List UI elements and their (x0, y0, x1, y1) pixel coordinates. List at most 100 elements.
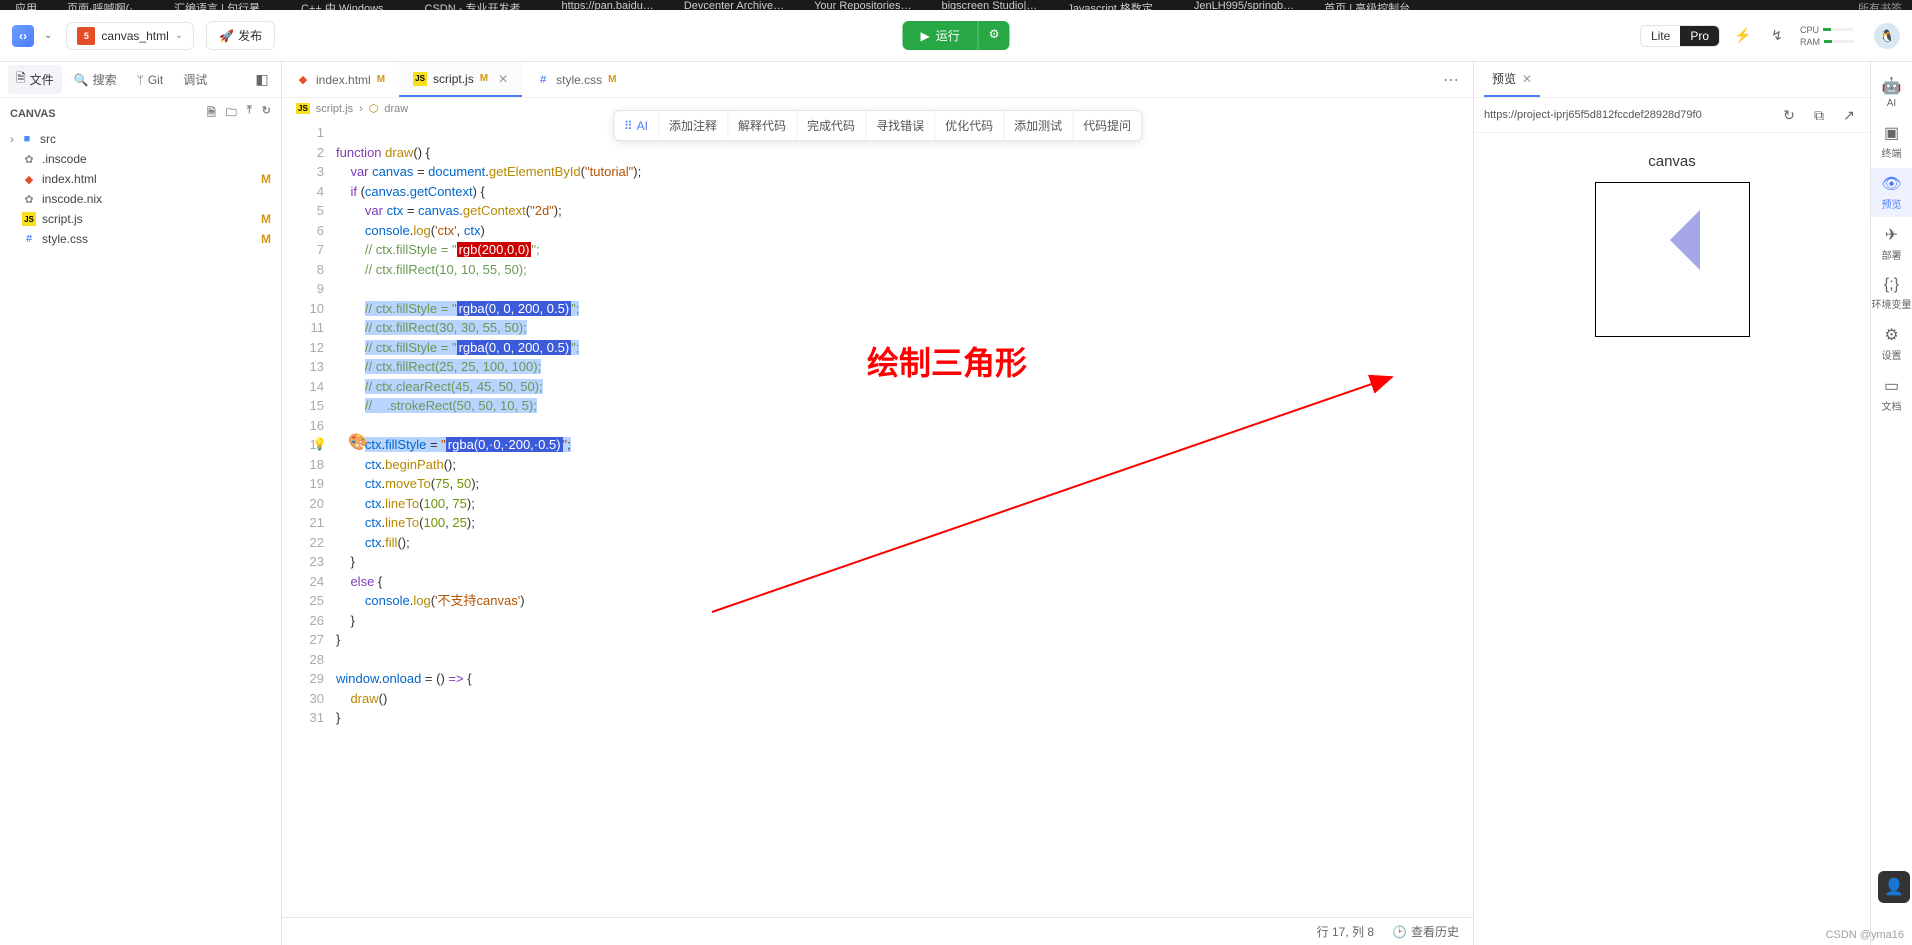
eye-icon: 👁 (1881, 174, 1901, 194)
open-external-icon[interactable]: ⧉ (1808, 104, 1830, 126)
preview-url-input[interactable] (1484, 109, 1770, 121)
preview-url-bar: ↻ ⧉ ↗ (1474, 98, 1870, 133)
publish-button[interactable]: 🚀 发布 (206, 21, 275, 50)
tab-style-css[interactable]: #style.cssM (522, 62, 630, 97)
sidebar-section-header: CANVAS 🗎 🗀 ⤒ ↻ (0, 98, 281, 129)
cursor-position: 行 17, 列 8 (1317, 923, 1374, 940)
tree-file-style-css[interactable]: #style.cssM (0, 229, 281, 249)
preview-tabs: 预览✕ (1474, 62, 1870, 98)
history-button[interactable]: 🕑查看历史 (1392, 923, 1459, 940)
rail-settings[interactable]: ⚙设置 (1871, 319, 1912, 368)
code-content[interactable]: function draw() { var canvas = document.… (332, 119, 1473, 917)
ai-explain[interactable]: 解释代码 (728, 111, 797, 140)
reload-icon[interactable]: ↻ (1778, 104, 1800, 126)
tree-file-inscode[interactable]: ✿.inscode (0, 149, 281, 169)
branch-icon: ᛘ (137, 73, 144, 87)
ai-complete[interactable]: 完成代码 (797, 111, 866, 140)
chevron-down-icon: ⌄ (175, 30, 183, 41)
sidebar-tabs: 🗎文件 🔍搜索 ᛘGit 调试 ◧ (0, 62, 281, 98)
tab-index-html[interactable]: ◆index.htmlM (282, 62, 399, 97)
chevron-right-icon: › (10, 132, 14, 146)
gear-icon: ⚙ (1884, 325, 1898, 345)
ai-ask[interactable]: 代码提问 (1073, 111, 1141, 140)
panel-toggle-icon[interactable]: ◧ (251, 69, 273, 91)
ai-optimize[interactable]: 优化代码 (935, 111, 1004, 140)
new-file-icon[interactable]: 🗎 (207, 104, 216, 123)
grip-icon: ⠿ (624, 119, 633, 133)
tree-file-index-html[interactable]: ◆index.htmlM (0, 169, 281, 189)
lite-option[interactable]: Lite (1641, 26, 1680, 46)
tab-script-js[interactable]: JSscript.jsM✕ (399, 62, 522, 97)
css-icon: # (22, 233, 36, 245)
help-fab[interactable]: 👤 (1878, 871, 1910, 903)
deploy-icon: ✈ (1885, 225, 1898, 245)
logo-icon[interactable]: ‹› (12, 25, 34, 47)
doc-icon: ▭ (1884, 376, 1899, 396)
editor-tabs: ◆index.htmlM JSscript.jsM✕ #style.cssM ⋯ (282, 62, 1473, 98)
sidebar-tab-search[interactable]: 🔍搜索 (66, 67, 125, 92)
pro-option[interactable]: Pro (1680, 26, 1719, 46)
html5-icon: 5 (77, 27, 95, 45)
rail-terminal[interactable]: ▣终端 (1871, 117, 1912, 166)
run-button[interactable]: ▶ 运行 (902, 21, 977, 50)
braces-icon: {;} (1884, 276, 1899, 294)
file-tree: ›■src ✿.inscode ◆index.htmlM ✿inscode.ni… (0, 129, 281, 945)
ai-toolbar: ⠿AI 添加注释 解释代码 完成代码 寻找错误 优化代码 添加测试 代码提问 (613, 110, 1142, 141)
css-icon: # (536, 74, 550, 86)
rail-preview[interactable]: 👁预览 (1871, 168, 1912, 217)
ai-icon: 🤖 (1882, 76, 1902, 96)
project-name: canvas_html (101, 29, 168, 43)
js-icon: JS (296, 103, 310, 114)
section-title: CANVAS (10, 108, 56, 120)
folder-icon: ■ (20, 133, 34, 145)
user-avatar[interactable]: 🐧 (1874, 23, 1900, 49)
editor: ◆index.htmlM JSscript.jsM✕ #style.cssM ⋯… (282, 62, 1473, 945)
ai-add-comment[interactable]: 添加注释 (659, 111, 728, 140)
bookmarks-overflow: 所有书签 (1848, 0, 1912, 10)
sidebar-tab-debug[interactable]: 调试 (175, 67, 215, 92)
editor-more-icon[interactable]: ⋯ (1429, 70, 1473, 90)
run-settings-button[interactable]: ⚙ (978, 21, 1010, 50)
line-gutter: 1234567891011121314151617181920212223242… (282, 119, 332, 917)
rail-docs[interactable]: ▭文档 (1871, 370, 1912, 419)
project-selector[interactable]: 5 canvas_html ⌄ (66, 22, 194, 50)
rail-deploy[interactable]: ✈部署 (1871, 219, 1912, 268)
rocket-icon: 🚀 (219, 29, 234, 43)
upload-icon[interactable]: ⤒ (247, 104, 252, 123)
close-icon[interactable]: ✕ (1522, 72, 1532, 86)
tree-folder-src[interactable]: ›■src (0, 129, 281, 149)
rail-env[interactable]: {;}环境变量 (1871, 270, 1912, 317)
ai-menu-button[interactable]: ⠿AI (614, 113, 659, 139)
triangle-shape (1670, 210, 1700, 270)
top-toolbar: ‹› ⌄ 5 canvas_html ⌄ 🚀 发布 ▶ 运行 ⚙ Lite Pr… (0, 10, 1912, 62)
watermark: CSDN @yma16 (1826, 929, 1904, 941)
canvas-title: canvas (1648, 153, 1696, 170)
magic-icon[interactable]: ⚡ (1732, 25, 1754, 47)
settings-icon[interactable]: ↯ (1766, 25, 1788, 47)
tree-file-inscode-nix[interactable]: ✿inscode.nix (0, 189, 281, 209)
ai-find-bug[interactable]: 寻找错误 (866, 111, 935, 140)
ai-add-test[interactable]: 添加测试 (1004, 111, 1073, 140)
new-folder-icon[interactable]: 🗀 (226, 104, 237, 123)
sidebar-tab-git[interactable]: ᛘGit (129, 69, 172, 91)
rail-ai[interactable]: 🤖AI (1871, 70, 1912, 115)
preview-tab[interactable]: 预览✕ (1484, 62, 1540, 97)
run-group: ▶ 运行 ⚙ (902, 21, 1009, 50)
chevron-down-icon[interactable]: ⌄ (44, 30, 52, 41)
close-icon[interactable]: ✕ (498, 72, 508, 86)
plan-toggle[interactable]: Lite Pro (1640, 25, 1720, 47)
code-area[interactable]: 1234567891011121314151617181920212223242… (282, 119, 1473, 917)
file-icon: 🗎 (16, 69, 26, 90)
refresh-icon[interactable]: ↻ (262, 104, 271, 123)
tree-file-script-js[interactable]: JSscript.jsM (0, 209, 281, 229)
preview-viewport: canvas (1474, 133, 1870, 945)
sidebar-tab-files[interactable]: 🗎文件 (8, 65, 62, 94)
js-icon: JS (413, 72, 427, 86)
right-rail: 🤖AI ▣终端 👁预览 ✈部署 {;}环境变量 ⚙设置 ▭文档 (1870, 62, 1912, 945)
popout-icon[interactable]: ↗ (1838, 104, 1860, 126)
gear-icon: ⚙ (989, 27, 1000, 41)
browser-bookmark-bar: 应用页面·呼喊啊(·…汇编语言 | 句行暑… C++ 中 Windows…CSD… (0, 0, 1912, 10)
sidebar: 🗎文件 🔍搜索 ᛘGit 调试 ◧ CANVAS 🗎 🗀 ⤒ ↻ ›■src ✿… (0, 62, 282, 945)
html-icon: ◆ (22, 173, 36, 186)
play-icon: ▶ (920, 29, 929, 43)
